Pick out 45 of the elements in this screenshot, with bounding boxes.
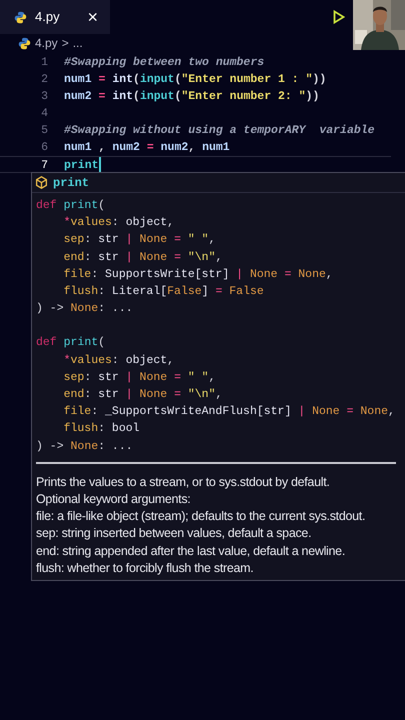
line-number: 6	[40, 140, 49, 156]
code-line: print	[64, 158, 99, 172]
signature-line: *values: object,	[64, 352, 174, 369]
breadcrumb-separator: >	[62, 35, 69, 52]
code-line: #Swapping between two numbers	[64, 55, 264, 71]
code-line: num1 , num2 = num2, num1	[64, 140, 230, 156]
signature-line: def print(	[36, 198, 106, 214]
signature-line: def print(	[36, 335, 106, 352]
breadcrumb-file[interactable]: 4.py	[35, 34, 58, 52]
signature-line: flush: Literal[False] = False	[64, 284, 264, 300]
line-number: 5	[40, 123, 49, 139]
python-icon	[14, 10, 27, 24]
code-line: num1 = int(input("Enter number 1 : "))	[64, 72, 326, 88]
code-line: num2 = int(input("Enter number 2: "))	[64, 89, 320, 105]
line-number: 1	[40, 55, 49, 71]
signature-line: end: str | None = "\n",	[64, 387, 222, 404]
signature-line: file: SupportsWrite[str] | None = None,	[64, 266, 333, 283]
doc-text: Prints the values to a stream, or to sys.stdout by default.	[36, 474, 330, 491]
signature-line: flush: bool	[64, 421, 140, 438]
python-icon	[18, 36, 31, 50]
line-number: 4	[40, 106, 49, 122]
doc-text: end: string appended after the last value, default a newline.	[36, 542, 346, 560]
line-number: 2	[40, 72, 49, 88]
signature-line: end: str | None = "\n",	[64, 250, 222, 266]
tab-label: 4.py	[35, 8, 60, 26]
doc-text: flush: whether to forcibly flush the stream.	[36, 560, 254, 577]
signature-line: sep: str | None = " ",	[64, 232, 216, 248]
suggestion-label[interactable]: print	[53, 174, 90, 192]
cube-icon	[35, 176, 48, 189]
signature-line: sep: str | None = " ",	[64, 370, 216, 386]
text-cursor	[98, 157, 101, 172]
line-number: 7	[40, 158, 49, 172]
code-line: #Swapping without using a temporARY variable	[64, 123, 375, 139]
signature-line: ) -> None: ...	[36, 438, 133, 455]
doc-text: sep: string inserted between values, default a space.	[36, 525, 312, 542]
signature-line: *values: object,	[64, 215, 174, 232]
doc-text: file: a file-like object (stream); defaults to the current sys.stdout.	[36, 508, 366, 526]
signature-line: ) -> None: ...	[36, 301, 133, 318]
play-icon[interactable]	[333, 10, 345, 24]
doc-text: Optional keyword arguments:	[36, 491, 190, 508]
close-icon[interactable]: ×	[87, 8, 98, 26]
line-number: 3	[40, 89, 49, 105]
signature-line: file: _SupportsWriteAndFlush[str] | None = None,	[64, 404, 395, 420]
breadcrumb-more[interactable]: ...	[72, 34, 83, 52]
editor-tab[interactable]: 4.py ×	[0, 0, 110, 34]
